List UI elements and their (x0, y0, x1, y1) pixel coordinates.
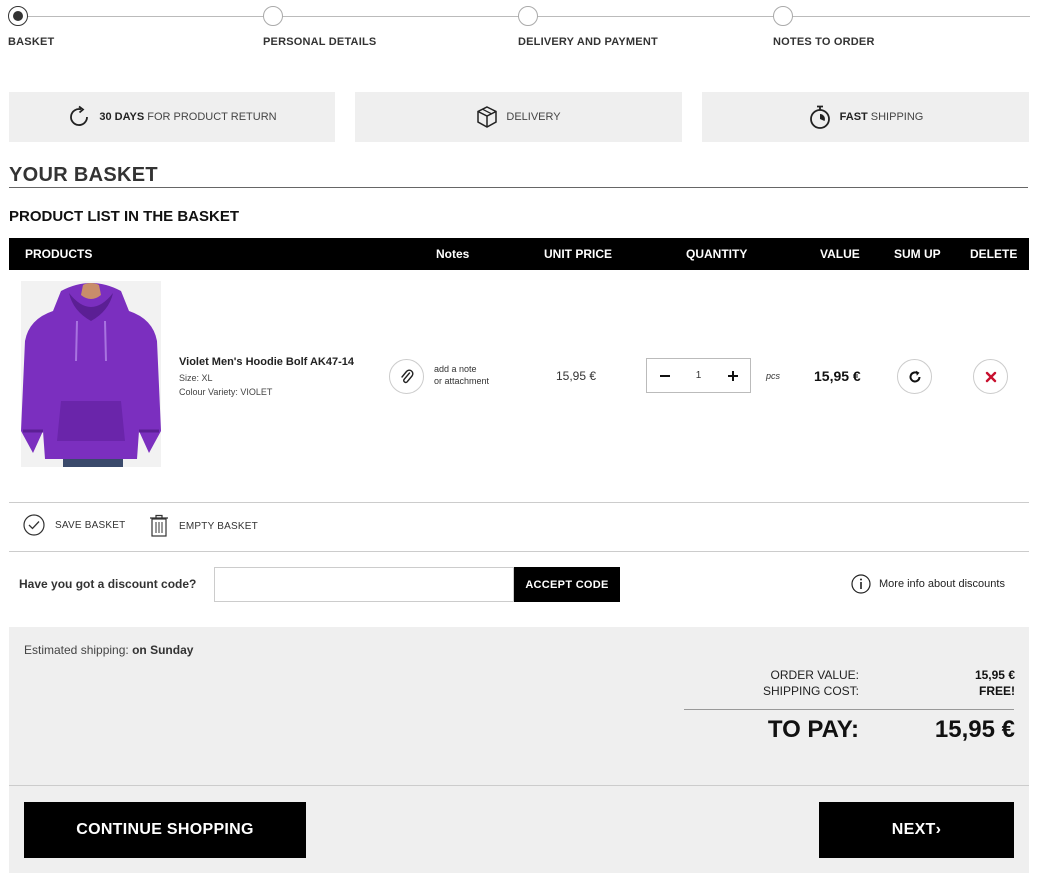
to-pay-label: TO PAY: (767, 716, 859, 743)
step-label: PERSONAL DETAILS (263, 36, 377, 48)
delivery-text: DELIVERY (506, 111, 561, 123)
shipping-text: SHIPPING (870, 111, 924, 123)
table-header: PRODUCTS Notes UNIT PRICE QUANTITY VALUE… (9, 238, 1029, 270)
paperclip-icon (400, 369, 413, 383)
add-note-button[interactable] (389, 359, 424, 394)
product-name[interactable]: Violet Men's Hoodie Bolf AK47-14 (179, 356, 354, 368)
discount-label: Have you got a discount code? (19, 577, 197, 591)
add-note-link[interactable]: add a note or attachment (434, 363, 489, 387)
to-pay-value: 15,95 € (934, 716, 1015, 743)
info-icon (851, 574, 871, 594)
next-button[interactable]: NEXT› (819, 802, 1014, 858)
order-value-label: ORDER VALUE: (770, 668, 859, 682)
more-info-discounts-link[interactable]: More info about discounts (851, 574, 1005, 594)
note-line-2: or attachment (434, 376, 490, 386)
divider (9, 187, 1028, 188)
increase-quantity-button[interactable] (715, 359, 750, 392)
header-unit-price: UNIT PRICE (544, 247, 613, 261)
returns-text: FOR PRODUCT RETURN (147, 111, 277, 123)
step-dot-active (8, 6, 28, 26)
stopwatch-icon (809, 105, 830, 129)
note-line-1: add a note (434, 364, 477, 374)
page-title: YOUR BASKET (9, 164, 158, 186)
info-box-returns: 30 DAYS FOR PRODUCT RETURN (9, 92, 335, 142)
info-box-delivery: DELIVERY (355, 92, 682, 142)
shipping-bold: FAST (839, 111, 868, 123)
header-value: VALUE (820, 247, 860, 261)
quantity-stepper (646, 358, 751, 393)
accept-code-button[interactable]: ACCEPT CODE (514, 567, 620, 602)
quantity-unit: pcs (766, 371, 781, 381)
line-value: 15,95 € (814, 368, 861, 384)
divider (9, 551, 1029, 552)
box-icon (477, 106, 498, 128)
close-icon (985, 371, 996, 382)
plus-icon (727, 370, 738, 381)
checkmark-circle-icon (23, 514, 45, 536)
estimated-shipping: Estimated shipping: on Sunday (24, 643, 193, 657)
delete-item-button[interactable] (973, 359, 1008, 394)
unit-price: 15,95 € (556, 369, 597, 383)
product-image[interactable] (21, 281, 161, 467)
checkout-stepper: BASKET PERSONAL DETAILS DELIVERY AND PAY… (8, 6, 1030, 56)
header-products: PRODUCTS (25, 247, 93, 261)
estimated-label: Estimated shipping: (24, 643, 129, 657)
order-value: 15,95 € (974, 668, 1015, 682)
return-arrow-icon (70, 105, 89, 126)
quantity-input[interactable] (682, 359, 715, 392)
header-quantity: QUANTITY (686, 247, 748, 261)
step-label: DELIVERY AND PAYMENT (518, 36, 658, 48)
divider (684, 709, 1014, 710)
header-delete: DELETE (970, 247, 1018, 261)
step-dot (263, 6, 283, 26)
step-basket[interactable]: BASKET (8, 6, 54, 48)
refresh-sum-button[interactable] (897, 359, 932, 394)
returns-bold: 30 DAYS (99, 111, 145, 123)
shipping-cost-value: FREE! (979, 684, 1015, 698)
step-dot (518, 6, 538, 26)
divider (9, 502, 1029, 503)
order-summary: Estimated shipping: on Sunday ORDER VALU… (9, 627, 1029, 873)
section-title: PRODUCT LIST IN THE BASKET (9, 208, 240, 225)
info-box-shipping: FAST SHIPPING (702, 92, 1029, 142)
discount-code-input[interactable] (214, 567, 514, 602)
continue-shopping-button[interactable]: CONTINUE SHOPPING (24, 802, 306, 858)
step-dot (773, 6, 793, 26)
step-label: NOTES TO ORDER (773, 36, 875, 48)
step-notes-to-order[interactable]: NOTES TO ORDER (773, 6, 875, 48)
step-delivery-payment[interactable]: DELIVERY AND PAYMENT (518, 6, 658, 48)
more-info-label: More info about discounts (879, 578, 1005, 590)
decrease-quantity-button[interactable] (647, 359, 682, 392)
header-sum-up: SUM UP (894, 247, 941, 261)
minus-icon (659, 374, 670, 377)
divider (9, 785, 1029, 786)
step-personal-details[interactable]: PERSONAL DETAILS (263, 6, 376, 48)
estimated-value: on Sunday (132, 643, 194, 657)
header-notes: Notes (436, 247, 470, 261)
product-colour: Colour Variety: VIOLET (179, 387, 273, 397)
hoodie-image (21, 281, 161, 467)
empty-basket-button[interactable]: EMPTY BASKET (149, 514, 258, 538)
product-size: Size: XL (179, 373, 213, 383)
empty-basket-label: EMPTY BASKET (179, 520, 258, 532)
trash-icon (150, 514, 168, 537)
save-basket-label: SAVE BASKET (55, 519, 126, 531)
step-label: BASKET (8, 36, 55, 48)
save-basket-button[interactable]: SAVE BASKET (23, 514, 125, 536)
shipping-cost-label: SHIPPING COST: (762, 684, 859, 698)
refresh-icon (909, 370, 920, 382)
